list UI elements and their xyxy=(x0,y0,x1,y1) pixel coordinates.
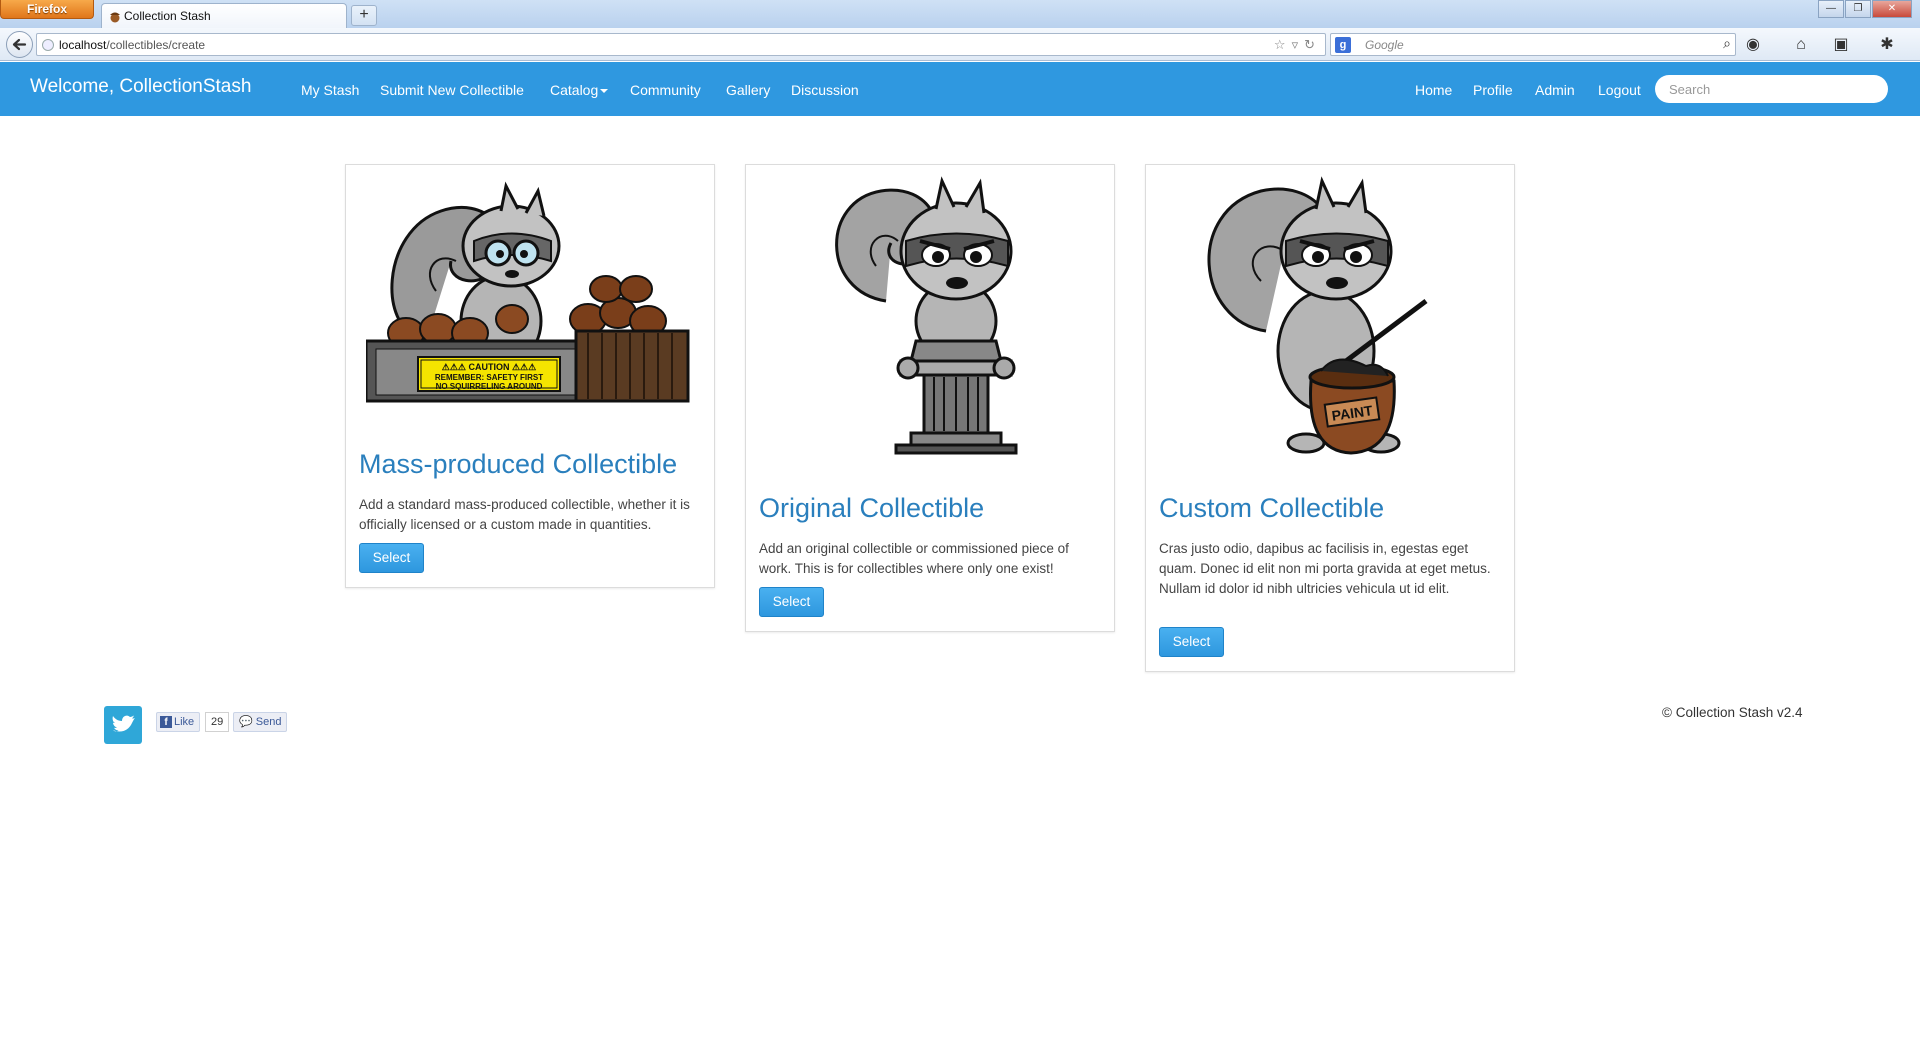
twitter-logo-icon xyxy=(112,715,135,732)
nav-admin[interactable]: Admin xyxy=(1535,82,1575,98)
site-navbar: Welcome, CollectionStash My Stash Submit… xyxy=(0,62,1920,116)
card-title: Custom Collectible xyxy=(1159,493,1385,523)
nav-profile[interactable]: Profile xyxy=(1473,82,1513,98)
addon-icon[interactable]: ◉ xyxy=(1742,34,1764,56)
card-description: Add a standard mass-produced collectible… xyxy=(359,497,690,532)
bookmark-star-icon[interactable]: ☆ xyxy=(1274,37,1292,52)
facebook-icon: f xyxy=(160,716,172,729)
tab-title: Collection Stash xyxy=(124,9,211,23)
minimize-icon[interactable]: — xyxy=(1818,0,1844,18)
back-arrow-icon xyxy=(12,38,27,51)
browser-search-bar[interactable]: g Google ⌕ xyxy=(1330,33,1736,56)
browser-tab[interactable]: Collection Stash xyxy=(101,3,347,28)
address-bar[interactable]: localhost/collectibles/create ☆▿↻ xyxy=(36,33,1326,56)
firefox-menu-button[interactable]: Firefox xyxy=(0,0,94,19)
caret-down-icon xyxy=(600,89,609,94)
caution-sign-line-1: ⚠⚠⚠ CAUTION ⚠⚠⚠ xyxy=(442,362,536,372)
nav-logout[interactable]: Logout xyxy=(1598,82,1641,98)
dropdown-icon[interactable]: ▿ xyxy=(1292,37,1305,52)
select-original-button[interactable]: Select xyxy=(759,587,824,617)
card-original: Original Collectible Add an original col… xyxy=(745,164,1115,632)
extension-icon[interactable]: ✱ xyxy=(1876,34,1898,56)
new-tab-button[interactable]: + xyxy=(351,5,377,26)
brand-link[interactable]: Welcome, CollectionStash xyxy=(30,76,251,98)
site-identity-icon[interactable] xyxy=(42,39,54,51)
squirrel-bust-pedestal-illustration xyxy=(835,176,1018,455)
search-placeholder: Google xyxy=(1365,38,1404,52)
nav-catalog-dropdown[interactable]: Catalog xyxy=(550,82,609,98)
speech-bubble-icon: 💬 xyxy=(239,716,253,728)
fb-like-label: Like xyxy=(174,716,195,728)
nav-my-stash[interactable]: My Stash xyxy=(301,82,359,98)
site-search-input[interactable] xyxy=(1655,75,1888,103)
bookmarks-icon[interactable]: ▣ xyxy=(1830,34,1852,56)
nav-discussion[interactable]: Discussion xyxy=(791,82,859,98)
card-description: Add an original collectible or commissio… xyxy=(759,541,1069,576)
squirrel-paint-jar-illustration: PAINT xyxy=(1207,176,1428,455)
card-title: Original Collectible xyxy=(759,493,985,523)
nav-gallery[interactable]: Gallery xyxy=(726,82,770,98)
back-button[interactable] xyxy=(6,31,33,58)
nav-home[interactable]: Home xyxy=(1415,82,1452,98)
url-bar-icons: ☆▿↻ xyxy=(1274,37,1321,53)
acorn-favicon-icon xyxy=(110,12,120,23)
facebook-send-button[interactable]: 💬 Send xyxy=(233,712,288,732)
browser-toolbar: localhost/collectibles/create ☆▿↻ g Goog… xyxy=(0,28,1920,61)
squirrel-acorns-illustration: ⚠⚠⚠ CAUTION ⚠⚠⚠ REMEMBER: SAFETY FIRST N… xyxy=(366,181,690,403)
caution-sign-line-2: REMEMBER: SAFETY FIRST xyxy=(435,373,543,382)
facebook-like-count: 29 xyxy=(205,712,230,732)
url-host: localhost xyxy=(59,38,107,52)
card-mass-produced: ⚠⚠⚠ CAUTION ⚠⚠⚠ REMEMBER: SAFETY FIRST N… xyxy=(345,164,715,588)
reload-icon[interactable]: ↻ xyxy=(1304,37,1321,52)
search-icon[interactable]: ⌕ xyxy=(1723,35,1731,52)
home-icon[interactable]: ⌂ xyxy=(1790,34,1812,56)
select-custom-button[interactable]: Select xyxy=(1159,627,1224,657)
card-title: Mass-produced Collectible xyxy=(359,449,678,479)
google-engine-icon[interactable]: g xyxy=(1335,37,1351,53)
fb-send-label: Send xyxy=(255,716,282,728)
nav-catalog-label: Catalog xyxy=(550,82,599,98)
caution-sign-line-3: NO SQUIRRELING AROUND xyxy=(436,382,543,391)
nav-submit-new-collectible[interactable]: Submit New Collectible xyxy=(380,82,524,98)
twitter-bird-icon[interactable] xyxy=(104,706,142,744)
nav-community[interactable]: Community xyxy=(630,82,701,98)
card-custom: PAINT Custom Collectible Cras justo odio… xyxy=(1145,164,1515,672)
url-text[interactable]: localhost/collectibles/create xyxy=(59,38,205,52)
browser-titlebar: Firefox Collection Stash + — ❐ ✕ xyxy=(0,0,1920,28)
close-window-icon[interactable]: ✕ xyxy=(1872,0,1912,18)
copyright-text: © Collection Stash v2.4 xyxy=(1662,705,1803,720)
card-description: Cras justo odio, dapibus ac facilisis in… xyxy=(1159,541,1491,596)
maximize-icon[interactable]: ❐ xyxy=(1845,0,1871,18)
select-mass-produced-button[interactable]: Select xyxy=(359,543,424,573)
facebook-like-button[interactable]: f Like xyxy=(156,712,201,732)
url-path: /collectibles/create xyxy=(106,38,206,52)
